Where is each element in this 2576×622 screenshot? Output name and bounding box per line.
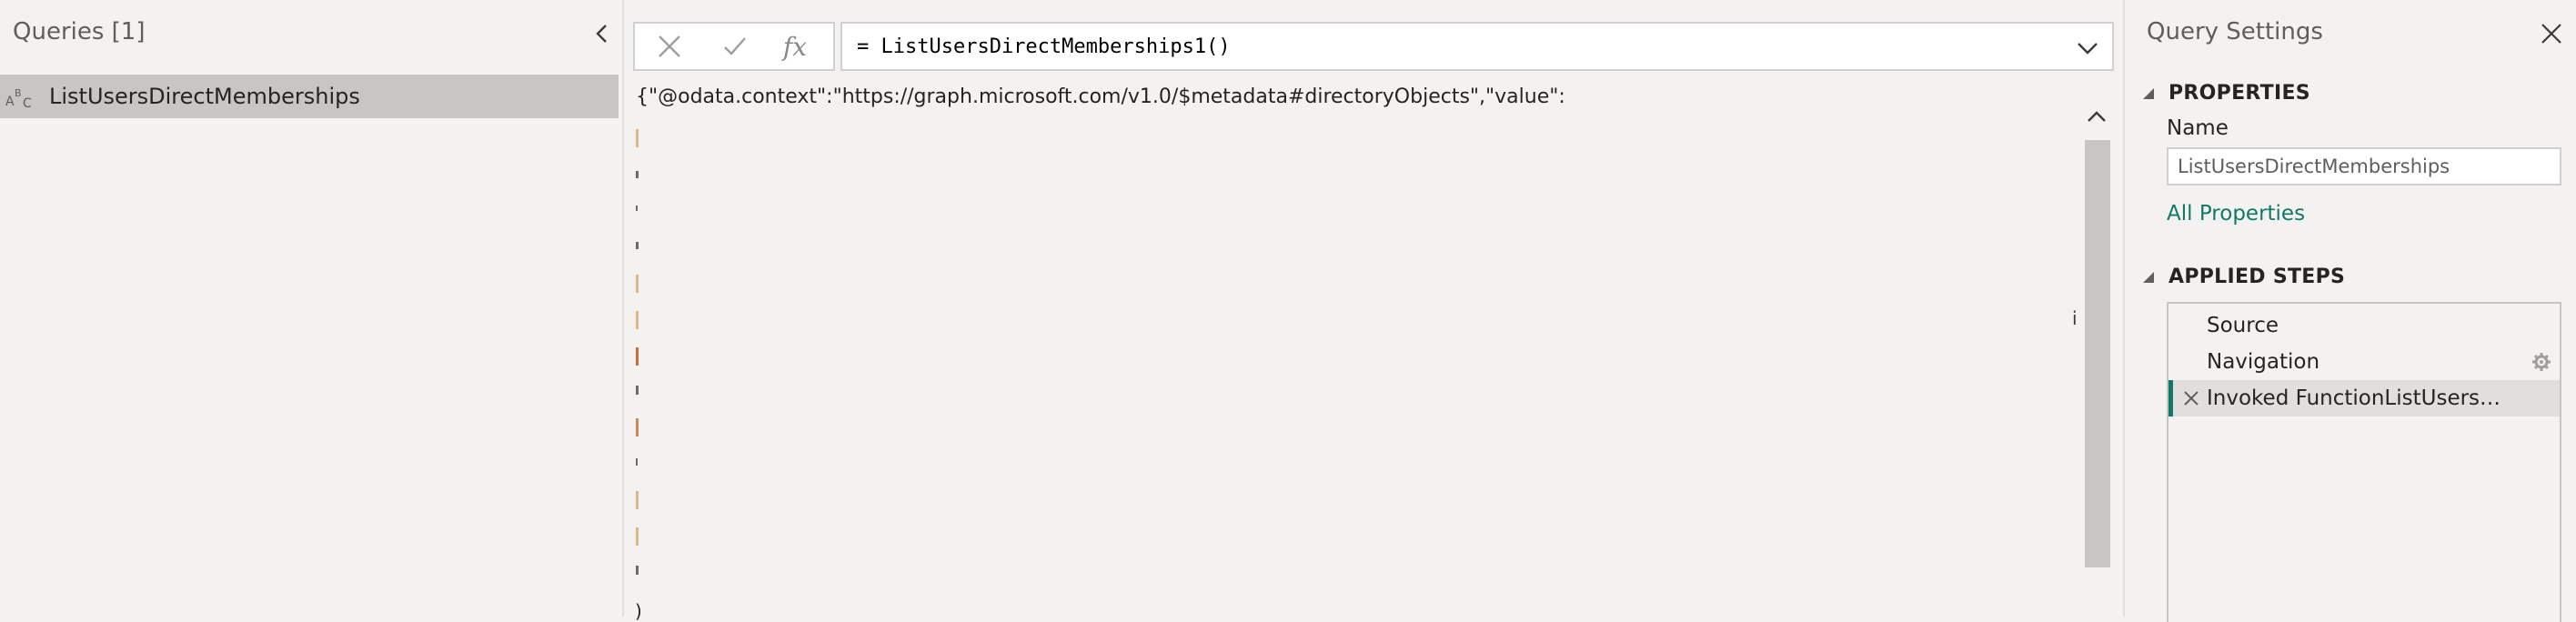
step-label: Navigation [2207,350,2320,374]
applied-steps-section-toggle[interactable]: APPLIED STEPS [2143,266,2345,288]
scroll-up-button[interactable] [2083,96,2110,136]
text-fragment [636,206,638,211]
text-fragment [636,418,639,436]
step-invoked-function[interactable]: Invoked FunctionListUsersDir... [2168,380,2560,416]
fx-icon: fx [782,31,808,62]
gear-icon [2532,353,2551,371]
text-fragment [636,491,639,509]
closing-glyph: ) [635,600,642,622]
applied-steps-header: APPLIED STEPS [2168,266,2346,288]
svg-text:C: C [23,96,32,109]
text-type-icon: A B C [5,87,32,109]
all-properties-link[interactable]: All Properties [2167,202,2305,226]
delete-x-icon [2184,391,2199,406]
cancel-formula-button[interactable] [640,24,699,69]
collapse-triangle-icon [2143,87,2154,99]
formula-bar-input[interactable]: = ListUsersDirectMemberships1() [840,22,2114,71]
svg-text:B: B [15,87,22,99]
delete-step-button[interactable] [2182,389,2200,407]
scrollbar-thumb[interactable] [2085,140,2110,567]
collapse-queries-button[interactable] [588,18,615,49]
text-fragment [636,458,638,466]
text-fragment [636,242,639,249]
applied-steps-list: Source Navigation Invoked FunctionListUs… [2167,302,2561,622]
stray-glyph: i [2072,307,2078,329]
formula-tools: fx [633,22,835,71]
properties-section-toggle[interactable]: PROPERTIES [2143,82,2310,105]
text-fragment [636,311,639,329]
editor-pane: fx = ListUsersDirectMemberships1() {"@od… [626,0,2121,622]
name-label: Name [2167,116,2229,140]
insert-function-button[interactable]: fx [766,24,824,69]
checkmark-icon [724,37,746,55]
preview-area: {"@odata.context":"https://graph.microso… [626,82,2121,622]
close-settings-button[interactable] [2536,18,2567,49]
query-item-label: ListUsersDirectMemberships [49,84,360,109]
text-fragment [636,347,639,366]
collapse-triangle-icon [2143,271,2154,283]
text-fragment [636,275,639,293]
chevron-down-icon [2078,43,2098,55]
preview-text: {"@odata.context":"https://graph.microso… [636,85,1565,108]
expand-formula-button[interactable] [2072,33,2103,64]
formula-text: = ListUsersDirectMemberships1() [857,35,1231,58]
svg-text:A: A [5,95,15,109]
text-fragment [636,129,639,147]
step-settings-button[interactable] [2531,351,2552,373]
query-settings-title: Query Settings [2147,18,2323,45]
step-label: Invoked FunctionListUsersDir... [2207,386,2516,410]
queries-pane-title: Queries [1] [13,18,146,45]
query-name-input[interactable] [2167,147,2561,186]
text-fragment [636,386,639,395]
step-source[interactable]: Source [2168,307,2560,344]
preview-vertical-scrollbar[interactable] [2083,96,2110,567]
queries-pane: Queries [1] A B C ListUsersDirectMembers… [0,0,624,617]
chevron-left-icon [596,25,607,43]
query-settings-pane: Query Settings PROPERTIES Name All Prope… [2123,0,2576,622]
properties-header: PROPERTIES [2168,82,2310,105]
chevron-up-icon [2088,111,2106,122]
step-navigation[interactable]: Navigation [2168,344,2560,380]
text-fragment [636,527,639,546]
text-fragment [636,171,639,178]
cancel-x-icon [659,35,680,57]
step-label: Source [2207,314,2279,337]
commit-formula-button[interactable] [706,24,764,69]
close-icon [2541,24,2561,44]
text-fragment [636,566,639,575]
query-item-listusersdirectmemberships[interactable]: A B C ListUsersDirectMemberships [0,75,619,118]
